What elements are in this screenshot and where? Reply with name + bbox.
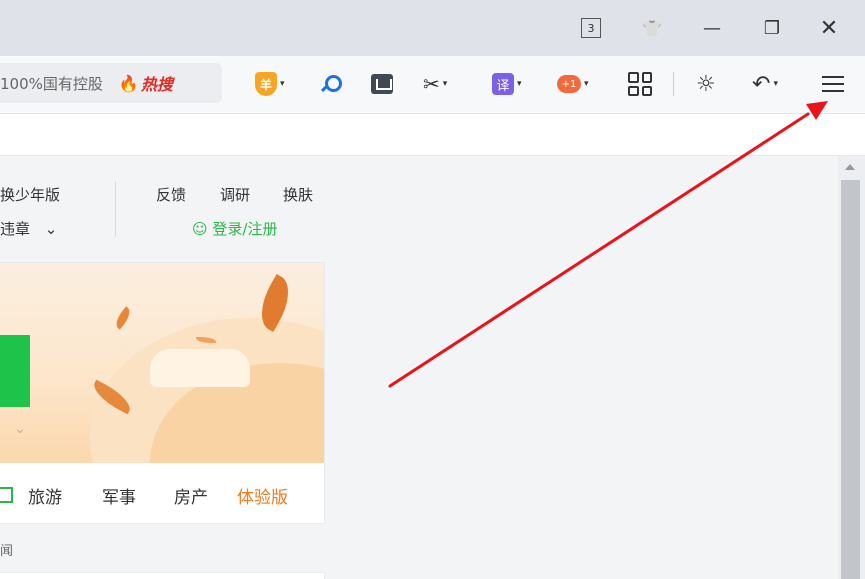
user-icon: ☺ (192, 220, 208, 238)
category-icon (0, 487, 13, 503)
apps-button[interactable] (628, 69, 652, 99)
chevron-down-icon: ▾ (773, 79, 778, 89)
leaf-icon (112, 306, 134, 330)
chevron-down-icon: ▾ (442, 79, 448, 89)
search-box[interactable]: 100%国有控股 🔥 热搜 (0, 63, 222, 103)
traffic-violation-link[interactable]: 违章 ⌄ (0, 218, 57, 239)
reader-button[interactable] (371, 69, 393, 99)
tshirt-icon[interactable]: 👕 (638, 14, 666, 42)
bookmark-bar (0, 114, 865, 156)
gamepad-icon: +1 (557, 75, 581, 93)
banner-green-button[interactable] (0, 335, 30, 407)
title-bar: 3 👕 — ❐ ✕ (0, 0, 865, 56)
shield-icon: 羊 (255, 72, 277, 96)
next-card (0, 572, 325, 579)
undo-icon: ↶ (752, 71, 771, 97)
main-menu-button[interactable] (822, 69, 844, 99)
category-realestate[interactable]: 房产 (174, 483, 208, 508)
category-military[interactable]: 军事 (102, 483, 136, 508)
scissors-icon: ✂ (423, 72, 440, 96)
violation-label: 违章 (0, 220, 31, 238)
divider (115, 181, 116, 237)
undo-button[interactable]: ↶ ▾ (752, 69, 778, 99)
trial-version-link[interactable]: 体验版 (237, 483, 288, 508)
toolbar: 100%国有控股 🔥 热搜 羊 ▾ ✂ ▾ 译 ▾ +1 ▾ ☼ ↶ ▾ (0, 56, 865, 114)
game-button[interactable]: +1 ▾ (557, 69, 589, 99)
hot-search-button[interactable]: 🔥 热搜 (119, 71, 173, 95)
search-tool-button[interactable] (320, 69, 342, 99)
apps-grid-icon (628, 72, 652, 96)
translate-button[interactable]: 译 ▾ (492, 69, 522, 99)
hot-search-label: 热搜 (140, 75, 173, 94)
news-card: ⌄ 旅游 军事 房产 体验版 (0, 262, 325, 524)
tab-count-button[interactable]: 3 (577, 14, 605, 42)
minimize-icon[interactable]: — (698, 14, 726, 42)
login-label: 登录/注册 (212, 220, 278, 238)
hamburger-menu-icon (822, 74, 844, 94)
login-register-link[interactable]: ☺ 登录/注册 (192, 218, 277, 239)
sun-icon: ☼ (696, 71, 716, 97)
brightness-button[interactable]: ☼ (696, 69, 716, 99)
flame-icon: 🔥 (118, 73, 139, 93)
chevron-down-icon: ⌄ (14, 421, 26, 437)
chevron-down-icon: ⌄ (44, 220, 58, 238)
security-shield-button[interactable]: 羊 ▾ (255, 69, 285, 99)
magnifier-icon (320, 74, 342, 94)
chevron-down-icon: ▾ (517, 79, 522, 89)
close-icon[interactable]: ✕ (815, 14, 843, 42)
teen-version-link[interactable]: 换少年版 (0, 184, 60, 205)
section-label: 闻 (0, 544, 14, 559)
autumn-banner[interactable]: ⌄ (0, 263, 324, 463)
scroll-up-arrow-icon[interactable] (845, 164, 855, 170)
translate-icon: 译 (492, 73, 514, 95)
toolbar-divider (673, 72, 674, 96)
restore-icon[interactable]: ❐ (758, 14, 786, 42)
category-tabs: 旅游 军事 房产 体验版 (0, 475, 324, 515)
vertical-scrollbar[interactable] (838, 156, 865, 579)
scroll-thumb[interactable] (841, 180, 860, 579)
change-skin-link[interactable]: 换肤 (283, 184, 313, 205)
page-content: 换少年版 违章 ⌄ 反馈 调研 换肤 ☺ 登录/注册 ⌄ 旅游 军事 房产 体验… (0, 156, 838, 579)
chevron-down-icon: ▾ (280, 79, 285, 89)
category-travel[interactable]: 旅游 (28, 483, 62, 508)
search-suggestion[interactable]: 100%国有控股 (0, 73, 103, 94)
screenshot-button[interactable]: ✂ ▾ (423, 69, 447, 99)
survey-link[interactable]: 调研 (220, 184, 250, 205)
chevron-down-icon: ▾ (584, 79, 589, 89)
feedback-link[interactable]: 反馈 (156, 184, 186, 205)
book-icon (371, 74, 393, 94)
tab-count: 3 (581, 18, 601, 38)
